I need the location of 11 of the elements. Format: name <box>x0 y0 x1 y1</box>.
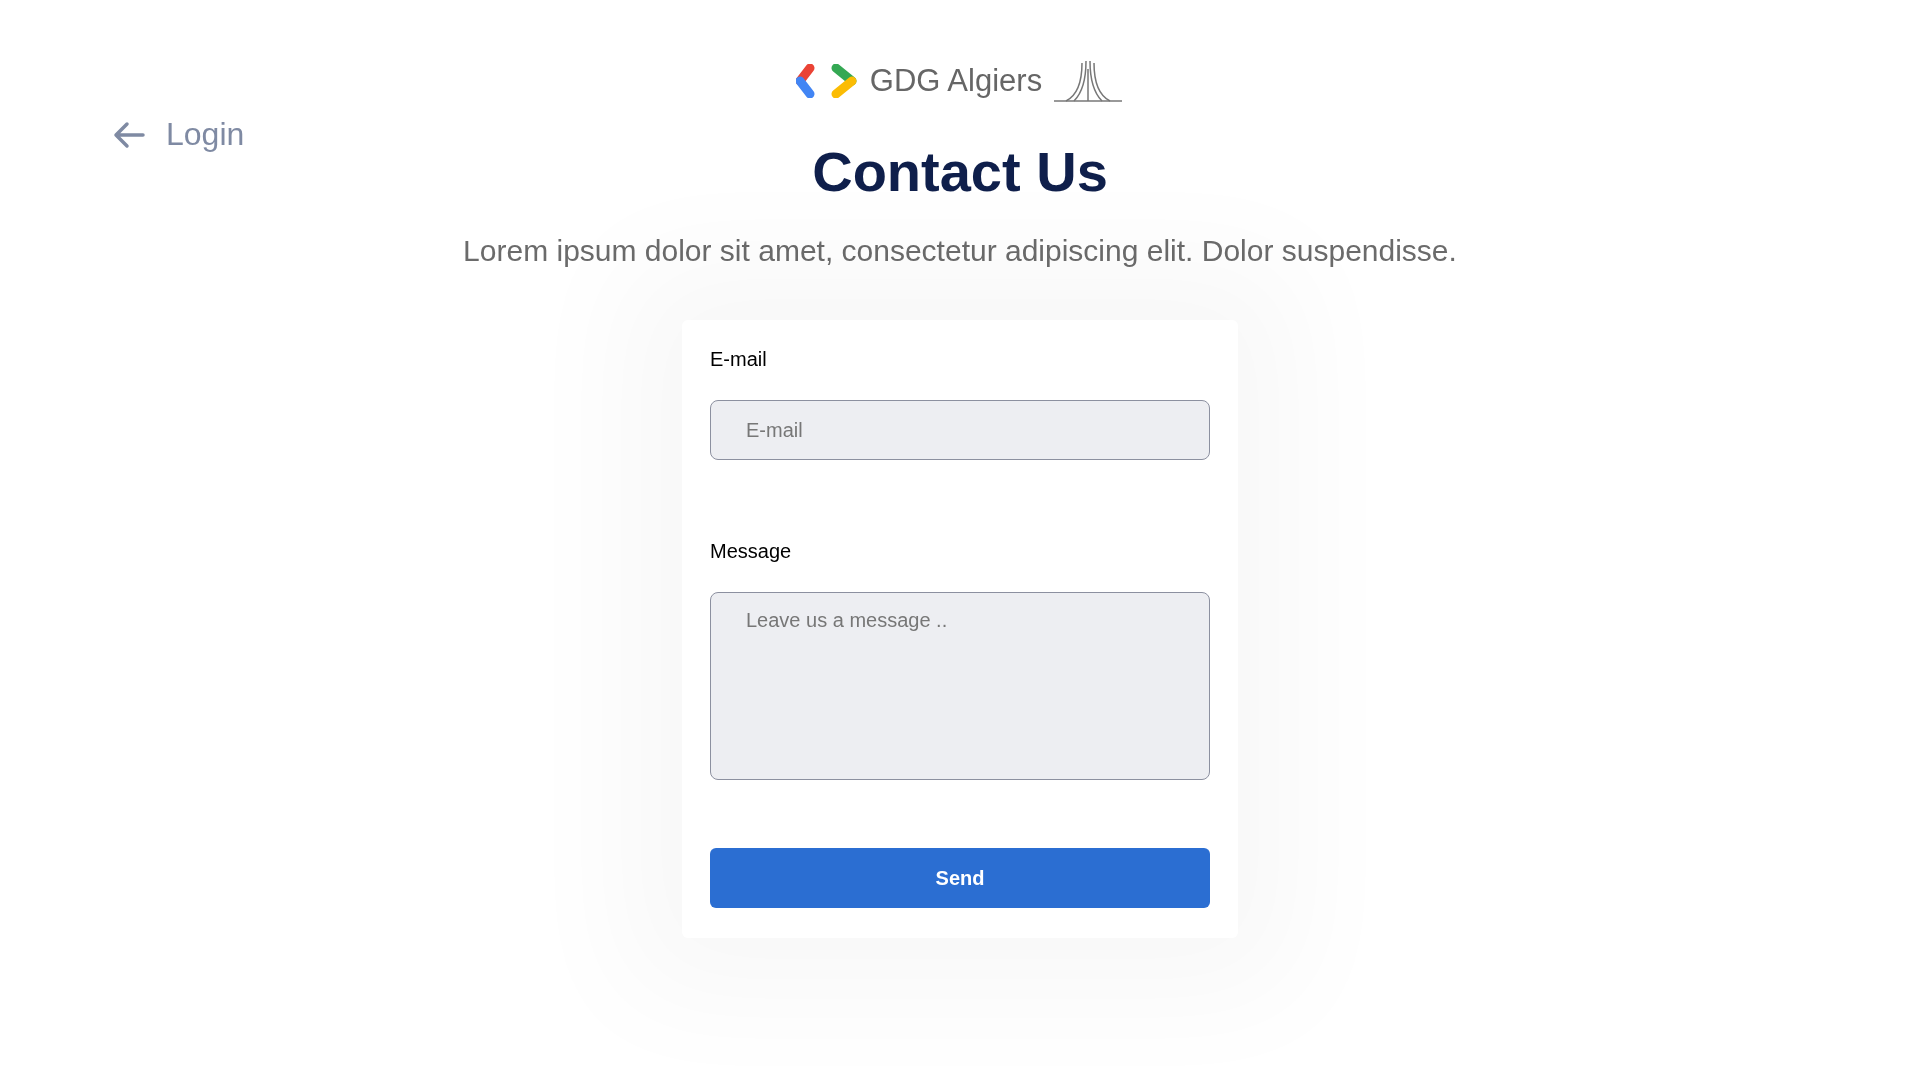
field-label: Message <box>710 540 793 564</box>
subtitle: Lorem ipsum dolor sit amet, consectetur adipiscing elit. Dolor suspendisse. <box>463 233 1457 269</box>
field-label: E-mail <box>710 348 768 372</box>
email-field[interactable]: E-mail <box>710 400 1210 460</box>
message-field[interactable]: Leave us a message .. <box>710 592 1210 780</box>
arrow-left-icon <box>112 120 146 149</box>
send-button[interactable]: Send <box>710 848 1210 908</box>
monument-icon <box>1052 59 1125 103</box>
back-link[interactable]: Login <box>112 116 245 153</box>
page-title: Contact Us <box>812 139 1108 205</box>
logo-text: GDG Algiers <box>869 63 1043 99</box>
